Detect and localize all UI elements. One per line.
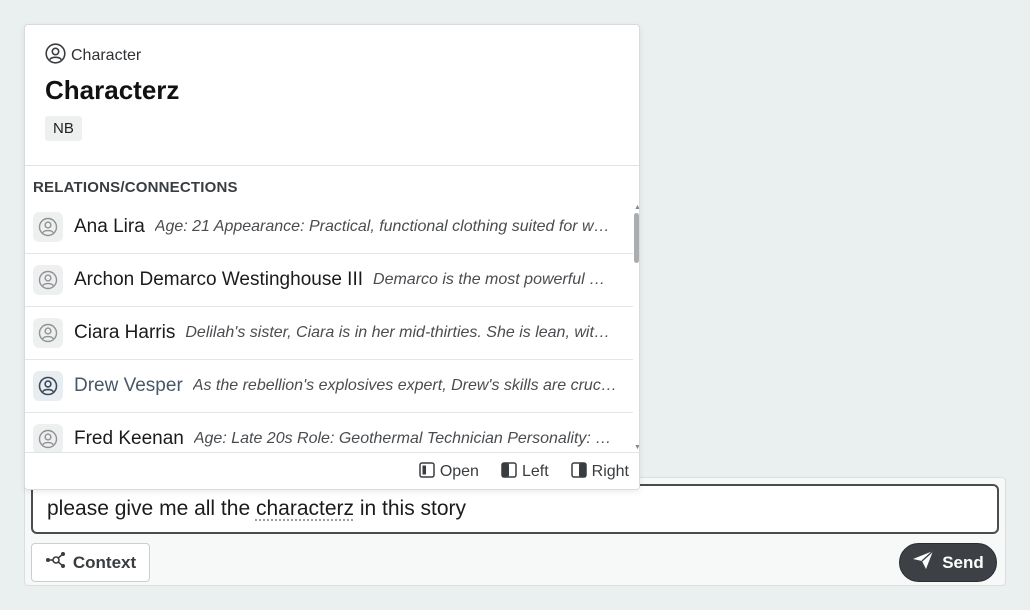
right-button-label: Right — [591, 463, 629, 480]
user-circle-icon — [45, 43, 66, 69]
message-input[interactable]: please give me all the characterz in thi… — [31, 484, 999, 534]
card-type-label: Character — [71, 47, 142, 64]
user-circle-icon — [38, 323, 58, 343]
relation-item-fred-keenan[interactable]: Fred Keenan Age: Late 20s Role: Geotherm… — [25, 413, 633, 452]
card-header: Character Characterz NB — [25, 25, 639, 166]
relation-description: Delilah's sister, Ciara is in her mid-th… — [185, 324, 633, 341]
relation-name: Ciara Harris — [74, 322, 176, 343]
relations-list: Ana Lira Age: 21 Appearance: Practical, … — [25, 201, 633, 452]
panel-right-icon — [570, 461, 587, 483]
scroll-up-arrow-icon[interactable]: ▲ — [634, 204, 639, 211]
card-badge: NB — [45, 116, 82, 141]
left-button-label: Left — [521, 463, 549, 480]
avatar — [33, 424, 63, 452]
graph-nodes-icon — [45, 551, 67, 574]
relation-item-drew-vesper[interactable]: Drew Vesper As the rebellion's explosive… — [25, 360, 633, 413]
context-button[interactable]: Context — [31, 543, 150, 582]
character-card: Character Characterz NB RELATIONS/CONNEC… — [24, 24, 640, 490]
avatar — [33, 212, 63, 242]
send-button-label: Send — [942, 552, 984, 572]
user-circle-icon — [38, 376, 58, 396]
user-circle-icon — [38, 429, 58, 449]
chat-composer: please give me all the characterz in thi… — [24, 477, 1006, 586]
relation-description: As the rebellion's explosives expert, Dr… — [192, 377, 633, 394]
context-button-label: Context — [72, 552, 137, 572]
open-button-label: Open — [439, 463, 479, 480]
open-button[interactable]: Open — [419, 461, 479, 483]
relation-item-ciara-harris[interactable]: Ciara Harris Delilah's sister, Ciara is … — [25, 307, 633, 360]
card-footer: Open Left Right — [25, 452, 639, 489]
relation-name: Drew Vesper — [74, 375, 183, 396]
user-circle-icon — [38, 217, 58, 237]
relation-description: Demarco is the most powerful man in the … — [373, 271, 633, 288]
relation-name: Fred Keenan — [74, 428, 184, 449]
relation-description: Age: 21 Appearance: Practical, functiona… — [154, 218, 633, 235]
message-text-spellcheck[interactable]: characterz — [256, 497, 354, 520]
send-button[interactable]: Send — [899, 543, 997, 582]
relation-description: Age: Late 20s Role: Geothermal Technicia… — [193, 430, 633, 447]
right-button[interactable]: Right — [570, 461, 629, 483]
avatar — [33, 371, 63, 401]
relation-item-archon-demarco[interactable]: Archon Demarco Westinghouse III Demarco … — [25, 254, 633, 307]
relations-section-label: RELATIONS/CONNECTIONS — [33, 179, 238, 196]
avatar — [33, 265, 63, 295]
scroll-down-arrow-icon[interactable]: ▼ — [634, 444, 639, 451]
paper-plane-icon — [912, 550, 934, 575]
avatar — [33, 318, 63, 348]
message-text-end: in this story — [354, 497, 467, 520]
left-button[interactable]: Left — [501, 461, 549, 483]
card-type: Character — [45, 43, 619, 69]
relation-name: Ana Lira — [74, 216, 145, 237]
card-title: Characterz — [45, 75, 180, 105]
relations-scrollbar[interactable]: ▲ ▼ — [634, 204, 639, 451]
panel-left-icon — [501, 461, 517, 483]
scrollbar-thumb[interactable] — [634, 213, 639, 263]
message-text-start: please give me all the — [47, 497, 256, 520]
relation-name: Archon Demarco Westinghouse III — [74, 269, 364, 290]
relation-item-ana-lira[interactable]: Ana Lira Age: 21 Appearance: Practical, … — [25, 201, 633, 254]
user-circle-icon — [38, 270, 58, 290]
panel-open-icon — [419, 461, 435, 483]
